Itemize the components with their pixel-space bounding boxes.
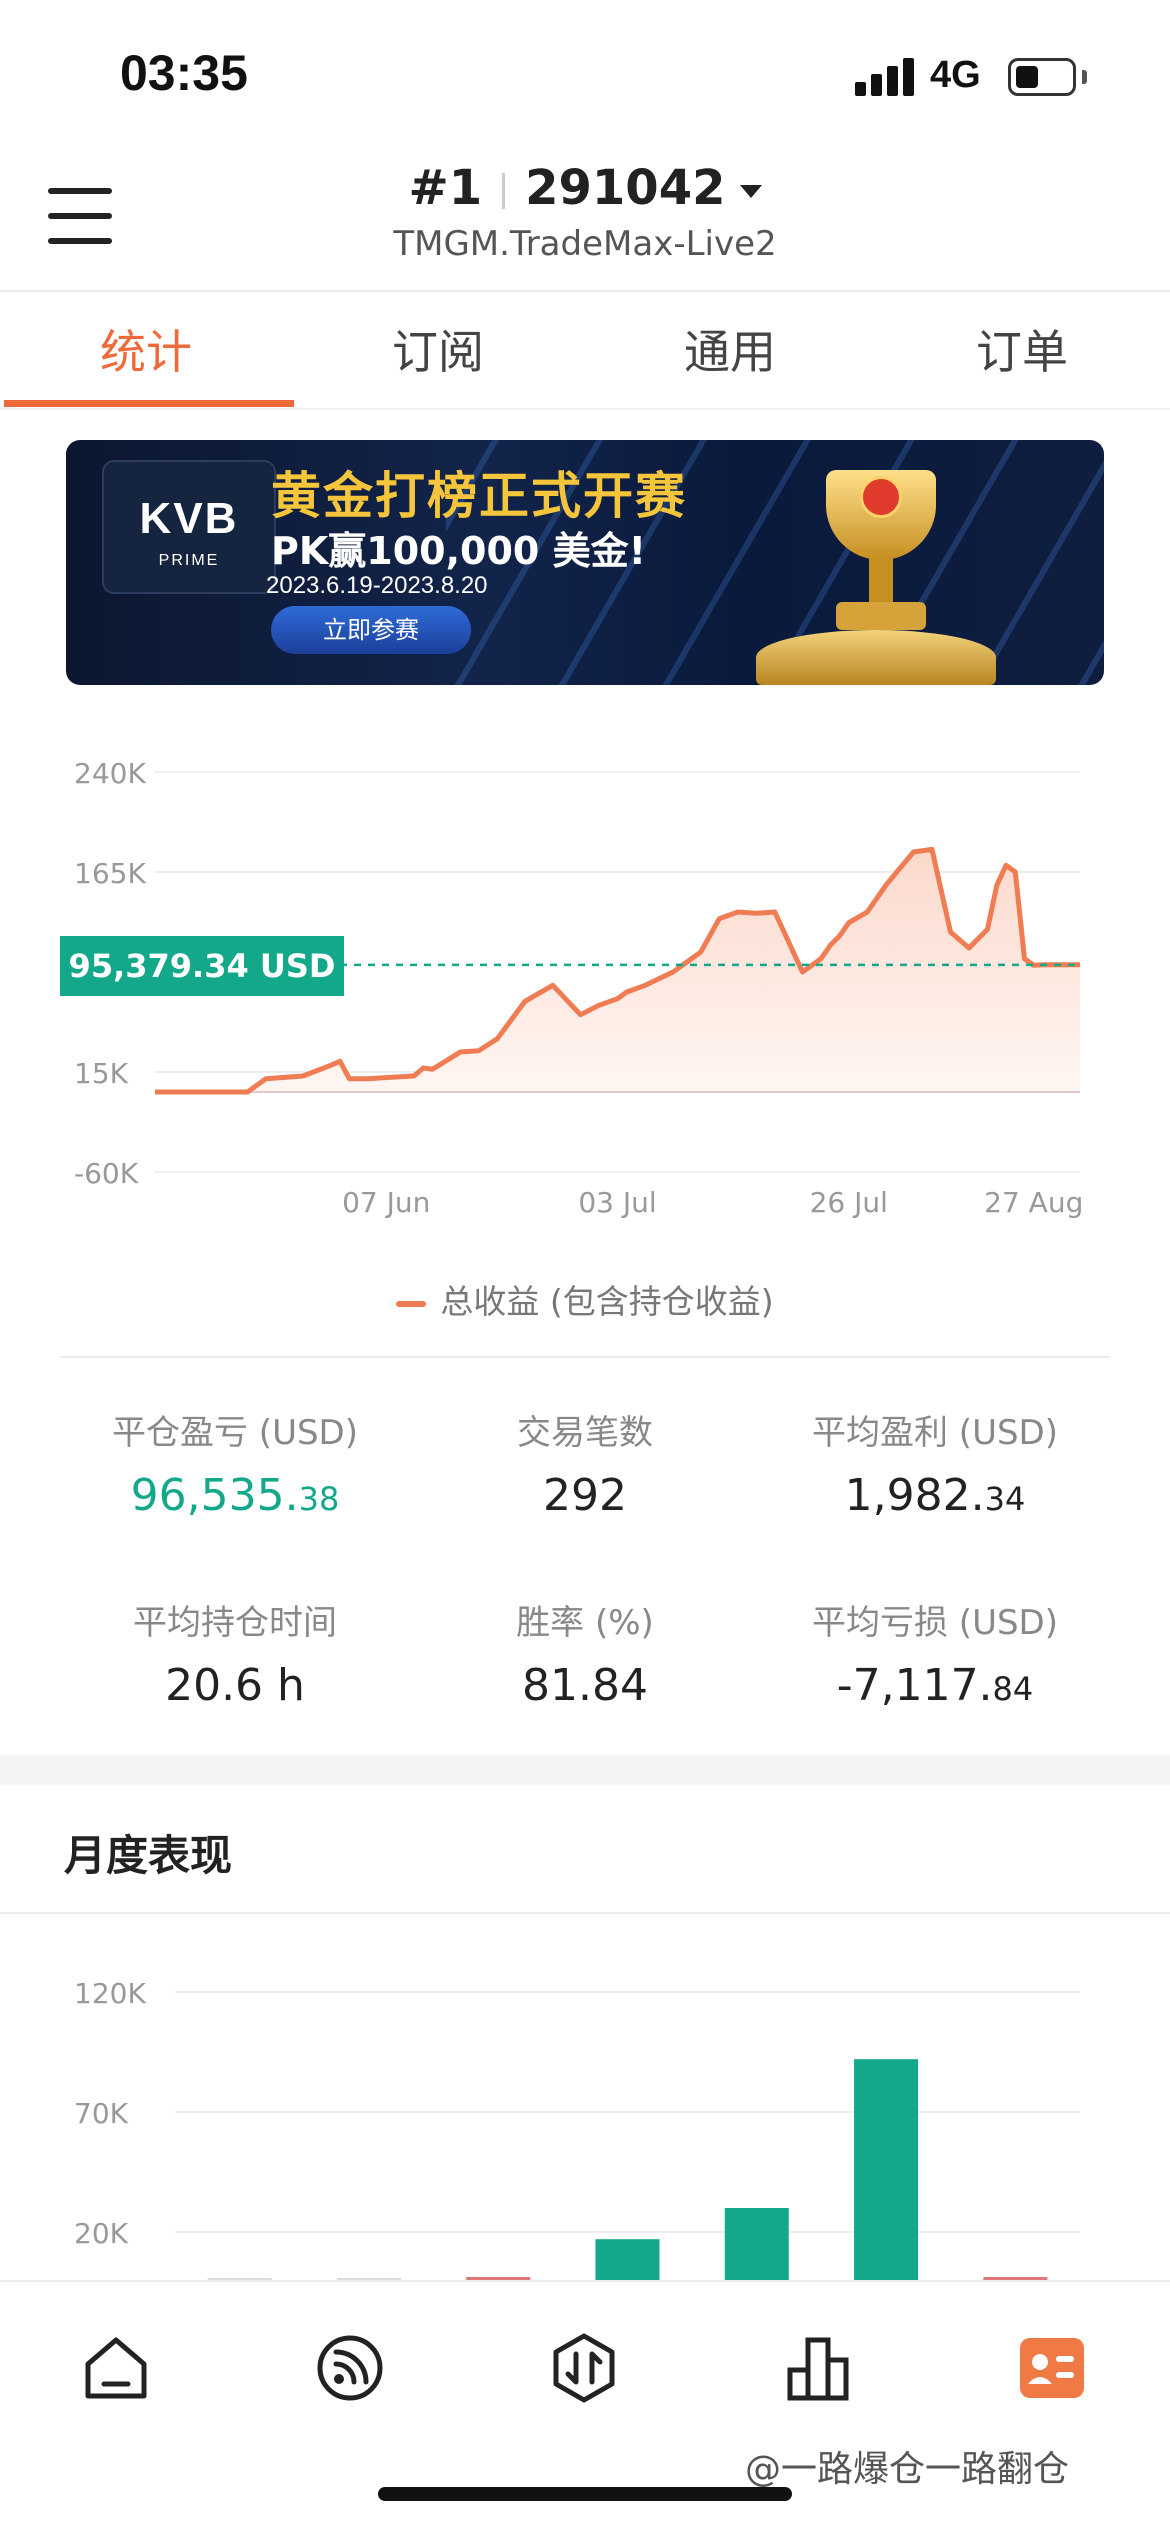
chart-legend[interactable]: 总收益 (包含持仓收益) xyxy=(0,1275,1170,1323)
trophy-foot xyxy=(836,602,926,630)
avg-loss-value: -7,117.84 xyxy=(836,1660,1034,1711)
legend-label: 总收益 (包含持仓收益) xyxy=(440,1282,774,1321)
watermark: @一路爆仓一路翻仓 xyxy=(745,2449,1070,2490)
status-time: 03:35 xyxy=(120,45,248,101)
trophy-pedestal xyxy=(756,630,996,685)
cellular-signal-icon xyxy=(855,58,915,96)
active-tab-indicator xyxy=(4,400,294,407)
account-number: 291042 xyxy=(525,160,726,216)
legend-swatch xyxy=(396,1300,427,1307)
stats-icon[interactable] xyxy=(782,2332,854,2404)
avg-hold-time-label: 平均持仓时间 xyxy=(133,1603,337,1643)
y-tick-label: 240K xyxy=(74,757,146,790)
win-rate-value: 81.84 xyxy=(522,1660,648,1711)
x-tick-label: 26 Jul xyxy=(810,1186,888,1219)
y-tick-label: 70K xyxy=(74,2097,129,2130)
trophy-stem xyxy=(869,558,893,608)
y-tick-label: 120K xyxy=(74,1977,146,2010)
monthly-performance-title: 月度表现 xyxy=(64,1831,233,1880)
y-tick-label: 20K xyxy=(74,2217,129,2250)
battery-tip xyxy=(1082,70,1087,84)
x-tick-label: 27 Aug xyxy=(984,1186,1083,1219)
tab-general[interactable]: 通用 xyxy=(584,316,876,382)
avg-profit-value: 1,982.34 xyxy=(844,1470,1026,1521)
logo-text: KVB xyxy=(139,494,239,543)
tab-subscribe[interactable]: 订阅 xyxy=(292,316,584,382)
bar xyxy=(724,2208,789,2280)
y-tick-label: 15K xyxy=(74,1057,129,1090)
banner-title: 黄金打榜正式开赛 xyxy=(271,467,687,525)
join-button[interactable]: 立即参赛 xyxy=(271,606,471,654)
avg-profit-label: 平均盈利 (USD) xyxy=(812,1413,1058,1453)
monthly-bar-chart[interactable]: 120K 70K 20K xyxy=(0,1960,1170,2280)
win-rate-label: 胜率 (%) xyxy=(516,1603,654,1643)
trade-icon[interactable] xyxy=(548,2332,620,2404)
tabs-divider xyxy=(0,408,1170,410)
current-value-badge: 95,379.34 USD xyxy=(60,936,344,996)
logo-subtext: PRIME xyxy=(158,552,220,569)
kvb-logo: KVB PRIME xyxy=(102,460,276,594)
trade-count-label: 交易笔数 xyxy=(517,1413,653,1453)
battery-icon xyxy=(1008,58,1076,96)
rank-label: #1 xyxy=(408,160,483,216)
network-type: 4G xyxy=(930,54,981,96)
caret-down-icon xyxy=(739,184,762,198)
account-selector[interactable]: #1 291042 xyxy=(0,160,1170,216)
medal-icon xyxy=(860,476,902,518)
promo-banner[interactable]: KVB PRIME 黄金打榜正式开赛 PK赢100,000 美金! 2023.6… xyxy=(66,440,1104,685)
avg-hold-time-value: 20.6 h xyxy=(165,1660,305,1711)
y-tick-label: -60K xyxy=(74,1157,139,1190)
home-indicator xyxy=(378,2487,792,2501)
monthly-divider xyxy=(0,1912,1170,1914)
server-name: TMGM.TradeMax-Live2 xyxy=(393,224,777,264)
closed-pnl-value: 96,535.38 xyxy=(130,1470,340,1521)
header-divider xyxy=(0,290,1170,292)
signal-feed-icon[interactable] xyxy=(314,2332,386,2404)
divider xyxy=(502,173,506,209)
y-tick-label: 165K xyxy=(74,857,146,890)
x-tick-label: 07 Jun xyxy=(342,1186,430,1219)
trade-count-value: 292 xyxy=(543,1470,627,1521)
bar xyxy=(595,2239,660,2280)
home-icon[interactable] xyxy=(80,2332,152,2404)
section-separator xyxy=(0,1755,1170,1785)
banner-dates: 2023.6.19-2023.8.20 xyxy=(266,572,488,599)
x-tick-label: 03 Jul xyxy=(578,1186,656,1219)
banner-subtitle: PK赢100,000 美金! xyxy=(271,529,646,573)
closed-pnl-label: 平仓盈亏 (USD) xyxy=(112,1413,358,1453)
tab-stats[interactable]: 统计 xyxy=(0,316,292,382)
tab-orders[interactable]: 订单 xyxy=(876,316,1168,382)
bar xyxy=(854,2059,919,2280)
profile-card-icon[interactable] xyxy=(1016,2332,1088,2404)
section-divider xyxy=(60,1356,1110,1358)
avg-loss-label: 平均亏损 (USD) xyxy=(812,1603,1058,1643)
